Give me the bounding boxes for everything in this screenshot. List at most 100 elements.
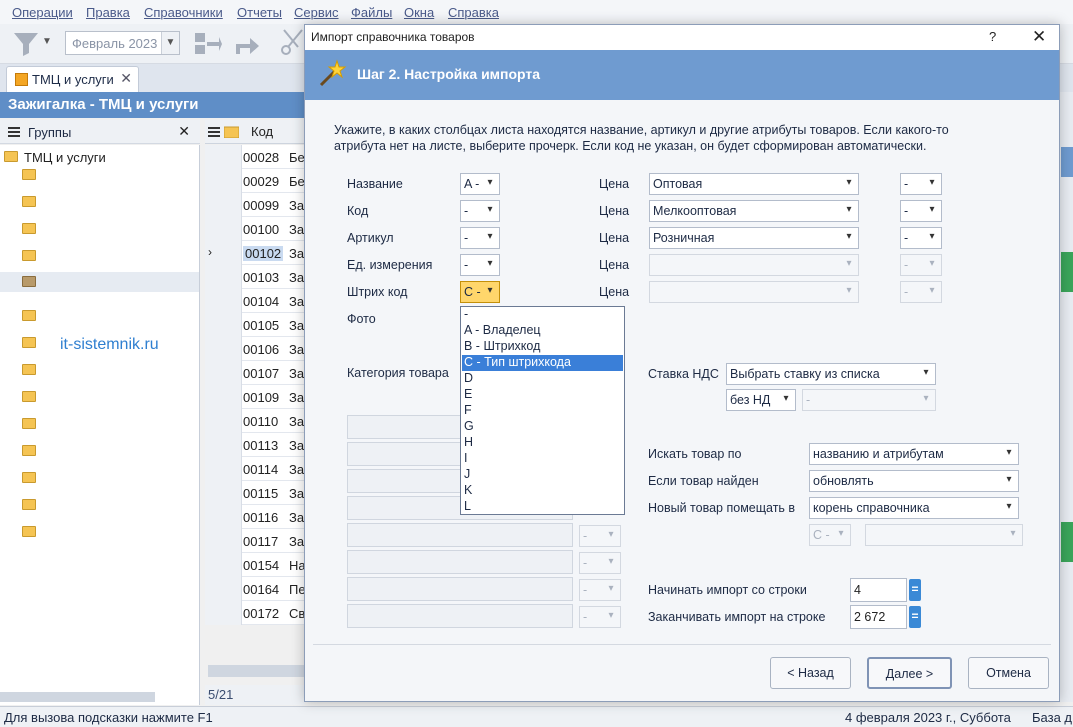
unit-column-select[interactable]: - ▾ bbox=[460, 254, 500, 276]
redo-icon[interactable] bbox=[232, 30, 262, 58]
dropdown-option[interactable]: K bbox=[462, 483, 623, 499]
tree-root[interactable]: ТМЦ и услуги bbox=[0, 147, 199, 168]
folder-up-icon[interactable] bbox=[224, 125, 239, 138]
folder-icon[interactable] bbox=[22, 276, 36, 287]
period-select[interactable]: Февраль 2023 ▼ bbox=[65, 31, 180, 55]
category-column-select[interactable]: - ▾ bbox=[579, 606, 621, 628]
table-row[interactable]: 00114 За bbox=[205, 457, 305, 481]
table-row[interactable]: 00116 За bbox=[205, 505, 305, 529]
table-row[interactable]: 00117 За bbox=[205, 529, 305, 553]
dropdown-option[interactable]: G bbox=[462, 419, 623, 435]
back-button[interactable]: < Назад bbox=[770, 657, 851, 689]
dropdown-option[interactable]: D bbox=[462, 371, 623, 387]
dropdown-option[interactable]: E bbox=[462, 387, 623, 403]
end-row-calc-button[interactable]: = bbox=[909, 606, 921, 628]
table-row[interactable]: 00172 Св bbox=[205, 601, 305, 625]
table-row[interactable]: 00029 Бе bbox=[205, 169, 305, 193]
if-found-select[interactable]: обновлять ▾ bbox=[809, 470, 1019, 492]
dropdown-option[interactable]: A - Владелец bbox=[462, 323, 623, 339]
filter-dropdown-icon[interactable]: ▼ bbox=[42, 36, 52, 47]
dropdown-option[interactable]: B - Штрихкод bbox=[462, 339, 623, 355]
vat-rate-select[interactable]: без НД ▾ bbox=[726, 389, 796, 411]
category-field-8[interactable] bbox=[347, 604, 573, 628]
folder-icon[interactable] bbox=[22, 364, 36, 375]
folder-icon[interactable] bbox=[22, 526, 36, 537]
folder-icon[interactable] bbox=[22, 472, 36, 483]
price-column-select[interactable]: - ▾ bbox=[900, 200, 942, 222]
code-column-select[interactable]: - ▾ bbox=[460, 200, 500, 222]
close-icon[interactable]: ✕ bbox=[178, 123, 190, 140]
price-type-select[interactable]: Мелкооптовая ▾ bbox=[649, 200, 859, 222]
table-row[interactable]: 00104 За bbox=[205, 289, 305, 313]
tree-scrollbar[interactable] bbox=[0, 692, 155, 702]
table-row[interactable]: 00109 За bbox=[205, 385, 305, 409]
next-button[interactable]: Далее > bbox=[867, 657, 952, 689]
table-row[interactable]: 00107 За bbox=[205, 361, 305, 385]
table-row[interactable]: 00106 За bbox=[205, 337, 305, 361]
table-row[interactable]: 00099 За bbox=[205, 193, 305, 217]
help-button[interactable]: ? bbox=[989, 29, 996, 44]
price-type-select[interactable]: Розничная ▾ bbox=[649, 227, 859, 249]
table-row[interactable]: 00105 За bbox=[205, 313, 305, 337]
menu-windows[interactable]: Окна bbox=[404, 5, 434, 20]
table-row[interactable]: 00154 На bbox=[205, 553, 305, 577]
folder-icon[interactable] bbox=[22, 223, 36, 234]
table-row[interactable]: 00115 За bbox=[205, 481, 305, 505]
folder-icon[interactable] bbox=[22, 391, 36, 402]
table-row[interactable]: 00028 Бе bbox=[205, 145, 305, 169]
list-icon[interactable] bbox=[208, 127, 220, 137]
move-icon[interactable] bbox=[193, 30, 223, 58]
end-row-input[interactable]: 2 672 bbox=[850, 605, 907, 629]
price-column-select[interactable]: - ▾ bbox=[900, 227, 942, 249]
price-type-select[interactable]: ▾ bbox=[649, 254, 859, 276]
table-row-selected[interactable]: › 00102 За bbox=[205, 241, 305, 265]
price-type-select[interactable]: Оптовая ▾ bbox=[649, 173, 859, 195]
search-by-select[interactable]: названию и атрибутам ▾ bbox=[809, 443, 1019, 465]
folder-icon[interactable] bbox=[22, 250, 36, 261]
dropdown-option[interactable]: J bbox=[462, 467, 623, 483]
table-row[interactable]: 00110 За bbox=[205, 409, 305, 433]
group-column-select[interactable]: C - ▾ bbox=[809, 524, 851, 546]
menu-reports[interactable]: Отчеты bbox=[237, 5, 282, 20]
folder-icon[interactable] bbox=[22, 196, 36, 207]
new-item-place-select[interactable]: корень справочника ▾ bbox=[809, 497, 1019, 519]
start-row-input[interactable]: 4 bbox=[850, 578, 907, 602]
name-column-select[interactable]: A - ▾ bbox=[460, 173, 500, 195]
price-column-select[interactable]: - ▾ bbox=[900, 254, 942, 276]
dropdown-option[interactable]: I bbox=[462, 451, 623, 467]
menu-files[interactable]: Файлы bbox=[351, 5, 392, 20]
category-column-select[interactable]: - ▾ bbox=[579, 525, 621, 547]
category-column-select[interactable]: - ▾ bbox=[579, 579, 621, 601]
folder-icon[interactable] bbox=[22, 310, 36, 321]
dropdown-option[interactable]: H bbox=[462, 435, 623, 451]
table-row[interactable]: 00164 Пе bbox=[205, 577, 305, 601]
menu-help[interactable]: Справка bbox=[448, 5, 499, 20]
start-row-calc-button[interactable]: = bbox=[909, 579, 921, 601]
dropdown-option[interactable]: L bbox=[462, 499, 623, 515]
category-field-5[interactable] bbox=[347, 523, 573, 547]
table-row[interactable]: 00100 За bbox=[205, 217, 305, 241]
table-row[interactable]: 00103 За bbox=[205, 265, 305, 289]
vat-column-select[interactable]: - ▾ bbox=[802, 389, 936, 411]
menu-references[interactable]: Справочники bbox=[144, 5, 223, 20]
folder-icon[interactable] bbox=[22, 169, 36, 180]
table-row[interactable]: 00113 За bbox=[205, 433, 305, 457]
category-column-select[interactable]: - ▾ bbox=[579, 552, 621, 574]
folder-icon[interactable] bbox=[22, 499, 36, 510]
close-button[interactable]: ✕ bbox=[1032, 27, 1046, 47]
price-type-select[interactable]: ▾ bbox=[649, 281, 859, 303]
menu-edit[interactable]: Правка bbox=[86, 5, 130, 20]
category-field-7[interactable] bbox=[347, 577, 573, 601]
price-column-select[interactable]: - ▾ bbox=[900, 281, 942, 303]
close-icon[interactable]: ✕ bbox=[120, 70, 132, 87]
group-value-select[interactable]: ▾ bbox=[865, 524, 1023, 546]
dropdown-option[interactable]: F bbox=[462, 403, 623, 419]
cancel-button[interactable]: Отмена bbox=[968, 657, 1049, 689]
scissors-icon[interactable] bbox=[280, 28, 304, 58]
dropdown-option-selected[interactable]: C - Тип штрихкода bbox=[462, 355, 623, 371]
tab-tmc[interactable]: ТМЦ и услуги ✕ bbox=[6, 66, 139, 92]
category-field-6[interactable] bbox=[347, 550, 573, 574]
price-column-select[interactable]: - ▾ bbox=[900, 173, 942, 195]
folder-icon[interactable] bbox=[22, 418, 36, 429]
filter-icon[interactable] bbox=[12, 29, 40, 57]
